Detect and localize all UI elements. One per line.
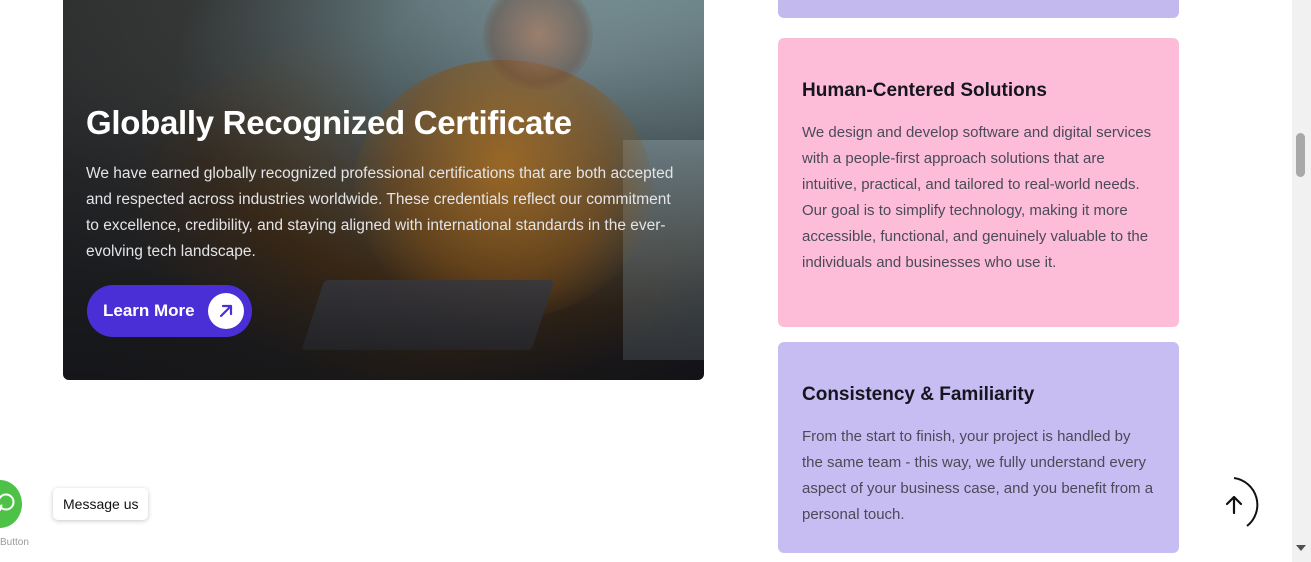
scrollbar[interactable] bbox=[1292, 0, 1311, 562]
card-consistency: Consistency & Familiarity From the start… bbox=[778, 342, 1179, 553]
scroll-down-arrow-icon[interactable] bbox=[1296, 545, 1306, 551]
card-previous-partial bbox=[778, 0, 1179, 18]
scrollbar-thumb[interactable] bbox=[1296, 133, 1305, 177]
whatsapp-icon bbox=[0, 492, 16, 516]
card-human-centered: Human-Centered Solutions We design and d… bbox=[778, 38, 1179, 327]
card-title: Human-Centered Solutions bbox=[802, 80, 1047, 101]
card-text: We design and develop software and digit… bbox=[802, 124, 1152, 271]
hero-title: Globally Recognized Certificate bbox=[86, 104, 572, 141]
card-title: Consistency & Familiarity bbox=[802, 384, 1035, 405]
card-text: From the start to finish, your project i… bbox=[802, 428, 1154, 523]
scroll-to-top-button[interactable] bbox=[1205, 476, 1263, 534]
arrow-up-right-icon bbox=[208, 293, 244, 329]
hero-card: Globally Recognized Certificate We have … bbox=[63, 0, 704, 380]
learn-more-button[interactable]: Learn More bbox=[87, 285, 252, 337]
hero-description: We have earned globally recognized profe… bbox=[86, 165, 674, 260]
whatsapp-button[interactable] bbox=[0, 480, 22, 528]
learn-more-label: Learn More bbox=[103, 301, 195, 320]
whatsapp-caption: Button bbox=[0, 537, 29, 548]
arrow-up-icon bbox=[1225, 477, 1259, 527]
whatsapp-tooltip[interactable]: Message us bbox=[53, 488, 149, 520]
